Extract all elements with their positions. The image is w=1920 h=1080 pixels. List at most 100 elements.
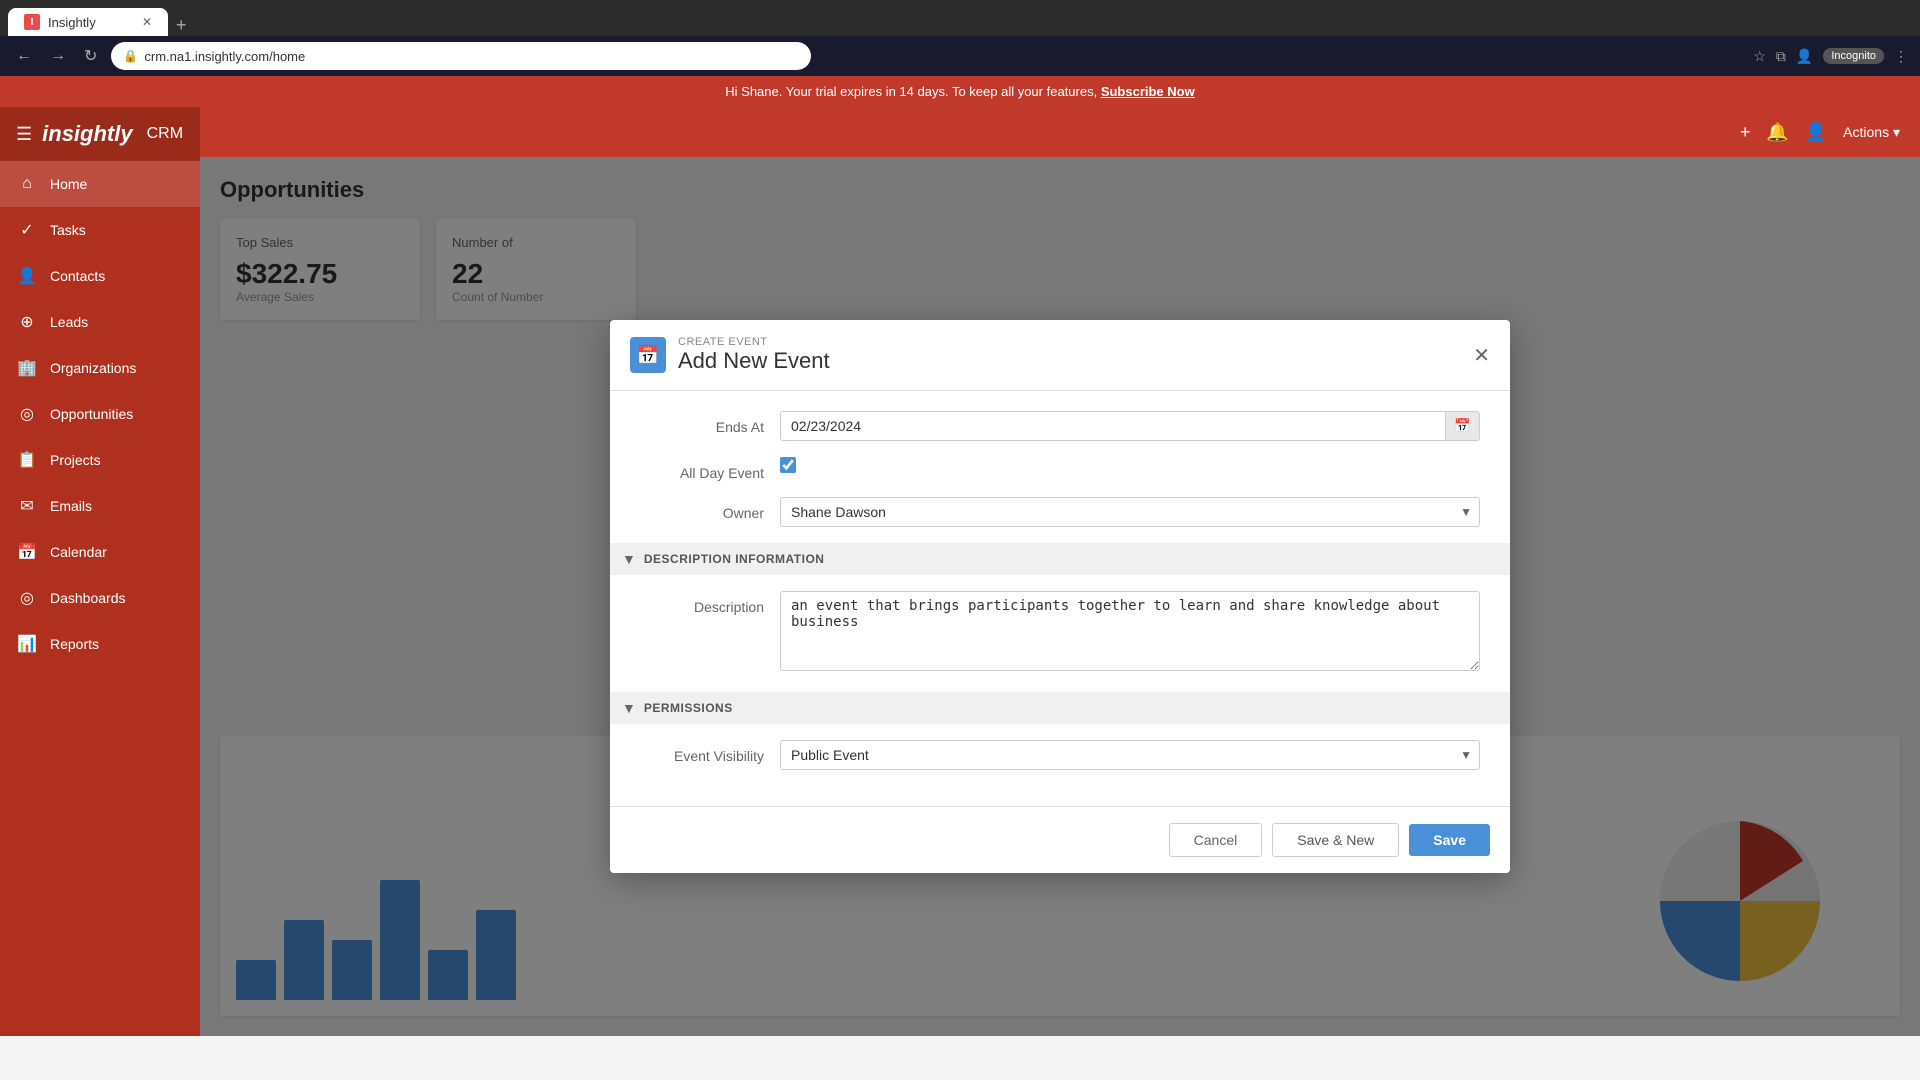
ends-at-control: 📅 <box>780 411 1480 441</box>
sidebar-item-reports[interactable]: 📊 Reports <box>0 621 200 667</box>
ends-at-row: Ends At 📅 <box>640 411 1480 441</box>
tab-label: Insightly <box>48 15 96 30</box>
subscribe-link[interactable]: Subscribe Now <box>1101 84 1195 99</box>
modal-close-button[interactable]: ✕ <box>1473 343 1490 368</box>
hamburger-icon[interactable]: ☰ <box>16 124 32 145</box>
modal-subtitle: CREATE EVENT <box>678 336 830 348</box>
address-actions: ☆ ⧉ 👤 Incognito ⋮ <box>1753 48 1908 65</box>
owner-row: Owner Shane Dawson ▼ <box>640 497 1480 527</box>
main-content: Opportunities Top Sales $322.75 Average … <box>200 157 1920 1036</box>
extensions-icon[interactable]: ⧉ <box>1776 48 1786 65</box>
logo: insightly <box>42 121 132 147</box>
permissions-section-title: PERMISSIONS <box>644 701 733 715</box>
projects-icon: 📋 <box>16 449 38 471</box>
cancel-button[interactable]: Cancel <box>1169 823 1263 857</box>
sidebar-label-home: Home <box>50 176 87 192</box>
event-visibility-label: Event Visibility <box>640 740 780 764</box>
sidebar-header: ☰ insightly CRM <box>0 107 200 161</box>
forward-button[interactable]: → <box>46 43 70 69</box>
owner-control: Shane Dawson ▼ <box>780 497 1480 527</box>
sidebar-label-organizations: Organizations <box>50 360 136 376</box>
app-body: ☰ insightly CRM ⌂ Home ✓ Tasks 👤 Contact… <box>0 107 1920 1036</box>
sidebar-label-tasks: Tasks <box>50 222 86 238</box>
sidebar-item-contacts[interactable]: 👤 Contacts <box>0 253 200 299</box>
reports-icon: 📊 <box>16 633 38 655</box>
logo-crm: CRM <box>147 125 183 143</box>
sidebar-label-dashboards: Dashboards <box>50 590 126 606</box>
sidebar-label-leads: Leads <box>50 314 88 330</box>
url-bar[interactable]: 🔒 crm.na1.insightly.com/home <box>111 42 811 70</box>
sidebar-item-projects[interactable]: 📋 Projects <box>0 437 200 483</box>
all-day-label: All Day Event <box>640 457 780 481</box>
tab-close-button[interactable]: ✕ <box>142 15 152 29</box>
sidebar-item-organizations[interactable]: 🏢 Organizations <box>0 345 200 391</box>
sidebar-item-home[interactable]: ⌂ Home <box>0 161 200 207</box>
description-chevron-icon: ▼ <box>622 551 636 567</box>
modal-title: Add New Event <box>678 348 830 374</box>
tasks-icon: ✓ <box>16 219 38 241</box>
all-day-control <box>780 457 1480 473</box>
notification-bar: Hi Shane. Your trial expires in 14 days.… <box>0 76 1920 107</box>
sidebar-item-emails[interactable]: ✉ Emails <box>0 483 200 529</box>
actions-button[interactable]: Actions ▾ <box>1843 124 1900 141</box>
add-event-modal: 📅 CREATE EVENT Add New Event ✕ <box>610 320 1510 873</box>
calendar-icon: 📅 <box>16 541 38 563</box>
user-avatar-icon[interactable]: 👤 <box>1805 122 1827 143</box>
sidebar-item-opportunities[interactable]: ◎ Opportunities <box>0 391 200 437</box>
description-section-header[interactable]: ▼ DESCRIPTION INFORMATION <box>610 543 1510 575</box>
sidebar: ☰ insightly CRM ⌂ Home ✓ Tasks 👤 Contact… <box>0 107 200 1036</box>
opportunities-icon: ◎ <box>16 403 38 425</box>
profile-icon[interactable]: 👤 <box>1796 48 1813 65</box>
address-bar: ← → ↻ 🔒 crm.na1.insightly.com/home ☆ ⧉ 👤… <box>0 36 1920 76</box>
permissions-chevron-icon: ▼ <box>622 700 636 716</box>
organizations-icon: 🏢 <box>16 357 38 379</box>
calendar-event-icon: 📅 <box>637 345 659 366</box>
owner-label: Owner <box>640 497 780 521</box>
star-icon[interactable]: ☆ <box>1753 48 1766 65</box>
save-button[interactable]: Save <box>1409 824 1490 856</box>
browser-window: I Insightly ✕ + ← → ↻ 🔒 crm.na1.insightl… <box>0 0 1920 1036</box>
emails-icon: ✉ <box>16 495 38 517</box>
sidebar-item-calendar[interactable]: 📅 Calendar <box>0 529 200 575</box>
contacts-icon: 👤 <box>16 265 38 287</box>
save-new-button[interactable]: Save & New <box>1272 823 1399 857</box>
lock-icon: 🔒 <box>123 49 138 63</box>
ends-at-input[interactable] <box>780 411 1446 441</box>
all-day-row: All Day Event <box>640 457 1480 481</box>
ends-at-label: Ends At <box>640 411 780 435</box>
tab-bar: I Insightly ✕ + <box>0 0 1920 36</box>
modal-header: 📅 CREATE EVENT Add New Event ✕ <box>610 320 1510 391</box>
back-button[interactable]: ← <box>12 43 36 69</box>
menu-icon[interactable]: ⋮ <box>1894 48 1908 65</box>
sidebar-label-reports: Reports <box>50 636 99 652</box>
modal-title-block: CREATE EVENT Add New Event <box>678 336 830 374</box>
leads-icon: ⊕ <box>16 311 38 333</box>
owner-select[interactable]: Shane Dawson <box>780 497 1480 527</box>
date-picker-button[interactable]: 📅 <box>1446 411 1480 441</box>
modal-icon: 📅 <box>630 337 666 373</box>
description-label: Description <box>640 591 780 615</box>
event-visibility-row: Event Visibility Public Event ▼ <box>640 740 1480 770</box>
tab-favicon: I <box>24 14 40 30</box>
url-text: crm.na1.insightly.com/home <box>144 49 305 64</box>
sidebar-item-dashboards[interactable]: ◎ Dashboards <box>0 575 200 621</box>
sidebar-item-leads[interactable]: ⊕ Leads <box>0 299 200 345</box>
active-tab[interactable]: I Insightly ✕ <box>8 8 168 36</box>
modal-body: Ends At 📅 <box>610 391 1510 806</box>
app-container: Hi Shane. Your trial expires in 14 days.… <box>0 76 1920 1036</box>
new-tab-button[interactable]: + <box>176 15 187 36</box>
modal-overlay: 📅 CREATE EVENT Add New Event ✕ <box>200 157 1920 1036</box>
sidebar-item-tasks[interactable]: ✓ Tasks <box>0 207 200 253</box>
bell-icon[interactable]: 🔔 <box>1766 122 1788 143</box>
description-section-title: DESCRIPTION INFORMATION <box>644 552 825 566</box>
event-visibility-select[interactable]: Public Event <box>780 740 1480 770</box>
all-day-checkbox[interactable] <box>780 457 796 473</box>
sidebar-label-emails: Emails <box>50 498 92 514</box>
permissions-section-header[interactable]: ▼ PERMISSIONS <box>610 692 1510 724</box>
notification-message: Hi Shane. Your trial expires in 14 days.… <box>725 84 1097 99</box>
refresh-button[interactable]: ↻ <box>80 42 101 70</box>
add-icon[interactable]: + <box>1740 122 1751 143</box>
sidebar-label-projects: Projects <box>50 452 101 468</box>
description-textarea[interactable]: an event that brings participants togeth… <box>780 591 1480 671</box>
sidebar-label-opportunities: Opportunities <box>50 406 133 422</box>
